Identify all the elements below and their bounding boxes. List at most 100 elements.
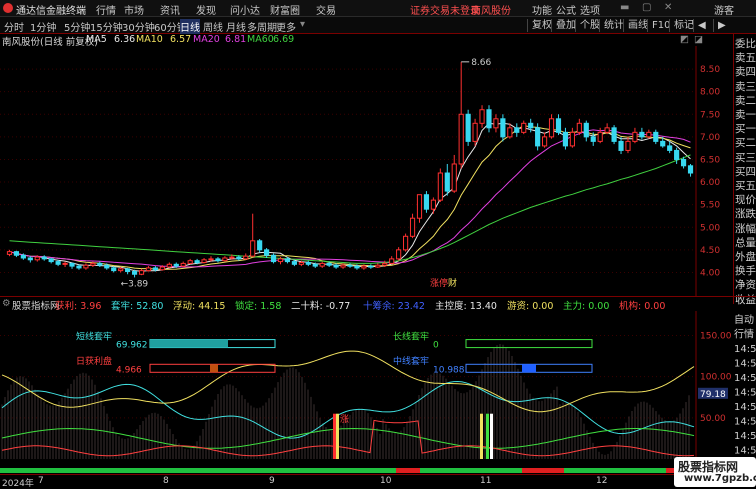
signal-strip-cell	[498, 468, 504, 473]
user-name[interactable]: 游客	[714, 2, 734, 17]
tab-period[interactable]: 分时	[4, 19, 24, 34]
signal-strip-cell	[198, 468, 204, 473]
mid-trap-value: 10.988	[433, 365, 465, 375]
candle-body	[291, 261, 297, 265]
tab-period-active[interactable]: 日线	[180, 19, 200, 34]
y-tick-label: 7.50	[700, 110, 720, 120]
signal-strip-cell	[84, 468, 90, 473]
indicator-chart[interactable]: 150.00 100.00 50.00 自动行情 14:56 14:56 14:56 14:5…	[0, 311, 756, 474]
tab-period[interactable]: 月线	[226, 19, 246, 34]
signal-strip-cell	[558, 468, 564, 473]
indicator-settings-icon[interactable]: ⚙	[2, 298, 11, 309]
signal-strip-cell	[600, 468, 606, 473]
long-trap-label: 长线套牢	[393, 330, 429, 342]
candle-body	[298, 262, 304, 265]
candle-body	[465, 113, 471, 142]
menu-function[interactable]: 功能	[532, 2, 552, 17]
menu-options[interactable]: 选项	[580, 2, 600, 17]
candle-body	[486, 109, 492, 129]
signal-strip-cell	[300, 468, 306, 473]
candle-body	[472, 122, 478, 142]
ma-line-2	[9, 129, 691, 268]
price-chart[interactable]: 8.50 8.00 7.50 7.00 6.50 6.00 5.50 5.00 4.50 4.00…	[0, 46, 732, 296]
candle-body	[340, 264, 346, 268]
ma20-name: MA20	[193, 34, 220, 45]
login-notice[interactable]: 证券交易未登录	[410, 2, 480, 17]
candle-body	[34, 256, 40, 261]
indicator-panel-label: 行情	[734, 328, 754, 341]
signal-strip-cell	[348, 468, 354, 473]
signal-strip-cell	[354, 468, 360, 473]
signal-strip-cell	[564, 468, 570, 473]
ma60-value: 6.69	[273, 34, 295, 45]
candle-body	[284, 258, 291, 263]
menu-discover[interactable]: 发现	[196, 2, 216, 17]
candle-body	[687, 165, 694, 174]
minimize-icon[interactable]: ▬	[620, 2, 629, 13]
menu-formula[interactable]: 公式	[556, 2, 576, 17]
tab-period[interactable]: 15分钟	[90, 19, 123, 34]
candle-body	[667, 145, 673, 151]
back-icon[interactable]: ◀	[693, 19, 710, 32]
candle-body	[229, 256, 235, 259]
quote-panel-label: 换手	[735, 265, 756, 278]
y-tick-label: 150.00	[700, 331, 732, 341]
candle-body	[173, 263, 179, 267]
signal-strip-cell	[630, 468, 636, 473]
signal-mark: 涨	[340, 414, 349, 425]
signal-strip-cell	[294, 468, 300, 473]
candle-body	[674, 149, 680, 160]
signal-strip-cell	[276, 468, 282, 473]
quote-panel-label: 现价	[735, 194, 756, 207]
period-toolbar: 分时 1分钟 5分钟 15分钟 30分钟 60分钟 日线 周线 月线 多周期 更…	[0, 17, 756, 34]
daily-profit-label: 日获利盘	[76, 355, 112, 367]
signal-strip-cell	[216, 468, 222, 473]
menu-wealth[interactable]: 财富圈	[270, 2, 300, 17]
collapse-icon[interactable]: ◪	[694, 34, 703, 45]
daily-profit-fill	[210, 364, 218, 373]
indicator-panel-label: 14:56	[734, 359, 756, 370]
tab-period[interactable]: 周线	[203, 19, 223, 34]
y-tick-label: 5.50	[700, 201, 720, 211]
app-title: 通达信金融终端	[16, 6, 86, 17]
menu-quotes[interactable]: 行情	[96, 2, 116, 17]
candle-body	[13, 251, 20, 256]
menu-news[interactable]: 资讯	[160, 2, 180, 17]
forward-icon[interactable]: ▶	[713, 19, 730, 32]
signal-strip-cell	[120, 468, 126, 473]
signal-spike	[490, 413, 493, 459]
tab-period[interactable]: 1分钟	[30, 19, 56, 34]
tab-period[interactable]: 5分钟	[64, 19, 90, 34]
quote-panel-label: 委比	[735, 38, 756, 50]
ma5-name: MA5	[86, 34, 107, 45]
tab-period-more[interactable]: 更多	[276, 19, 296, 34]
ma5-value: 6.36	[114, 34, 136, 45]
indicator-name[interactable]: 股票指标网	[12, 298, 60, 312]
candle-body	[264, 249, 270, 256]
candle-body	[611, 127, 617, 142]
expand-icon[interactable]: ◩	[680, 34, 689, 45]
indicator-value: 二十料: -0.77	[291, 301, 351, 312]
signal-strip-cell	[192, 468, 198, 473]
candle-body	[111, 267, 117, 272]
menu-trade[interactable]: 交易	[316, 2, 336, 17]
signal-strip-cell	[18, 468, 24, 473]
close-icon[interactable]: ✕	[664, 2, 672, 13]
candle-body	[138, 270, 145, 275]
y-tick-label: 5.00	[700, 223, 720, 233]
signal-strip-cell	[528, 468, 534, 473]
quote-panel-label: 买五	[735, 180, 756, 192]
candle-body	[375, 264, 381, 268]
signal-strip-cell	[12, 468, 18, 473]
candle-body	[69, 262, 75, 267]
signal-strip-cell	[396, 468, 402, 473]
signal-strip-cell	[138, 468, 144, 473]
chevron-down-icon[interactable]: ▾	[300, 19, 305, 30]
indicator-value: 获利: 3.96	[55, 301, 102, 312]
menu-ask[interactable]: 问小达	[230, 2, 260, 17]
menu-market[interactable]: 市场	[124, 2, 144, 17]
tab-period[interactable]: 多周期	[247, 19, 277, 34]
tab-period[interactable]: 30分钟	[122, 19, 155, 34]
maximize-icon[interactable]: ▢	[642, 2, 651, 13]
candle-body	[493, 118, 499, 129]
